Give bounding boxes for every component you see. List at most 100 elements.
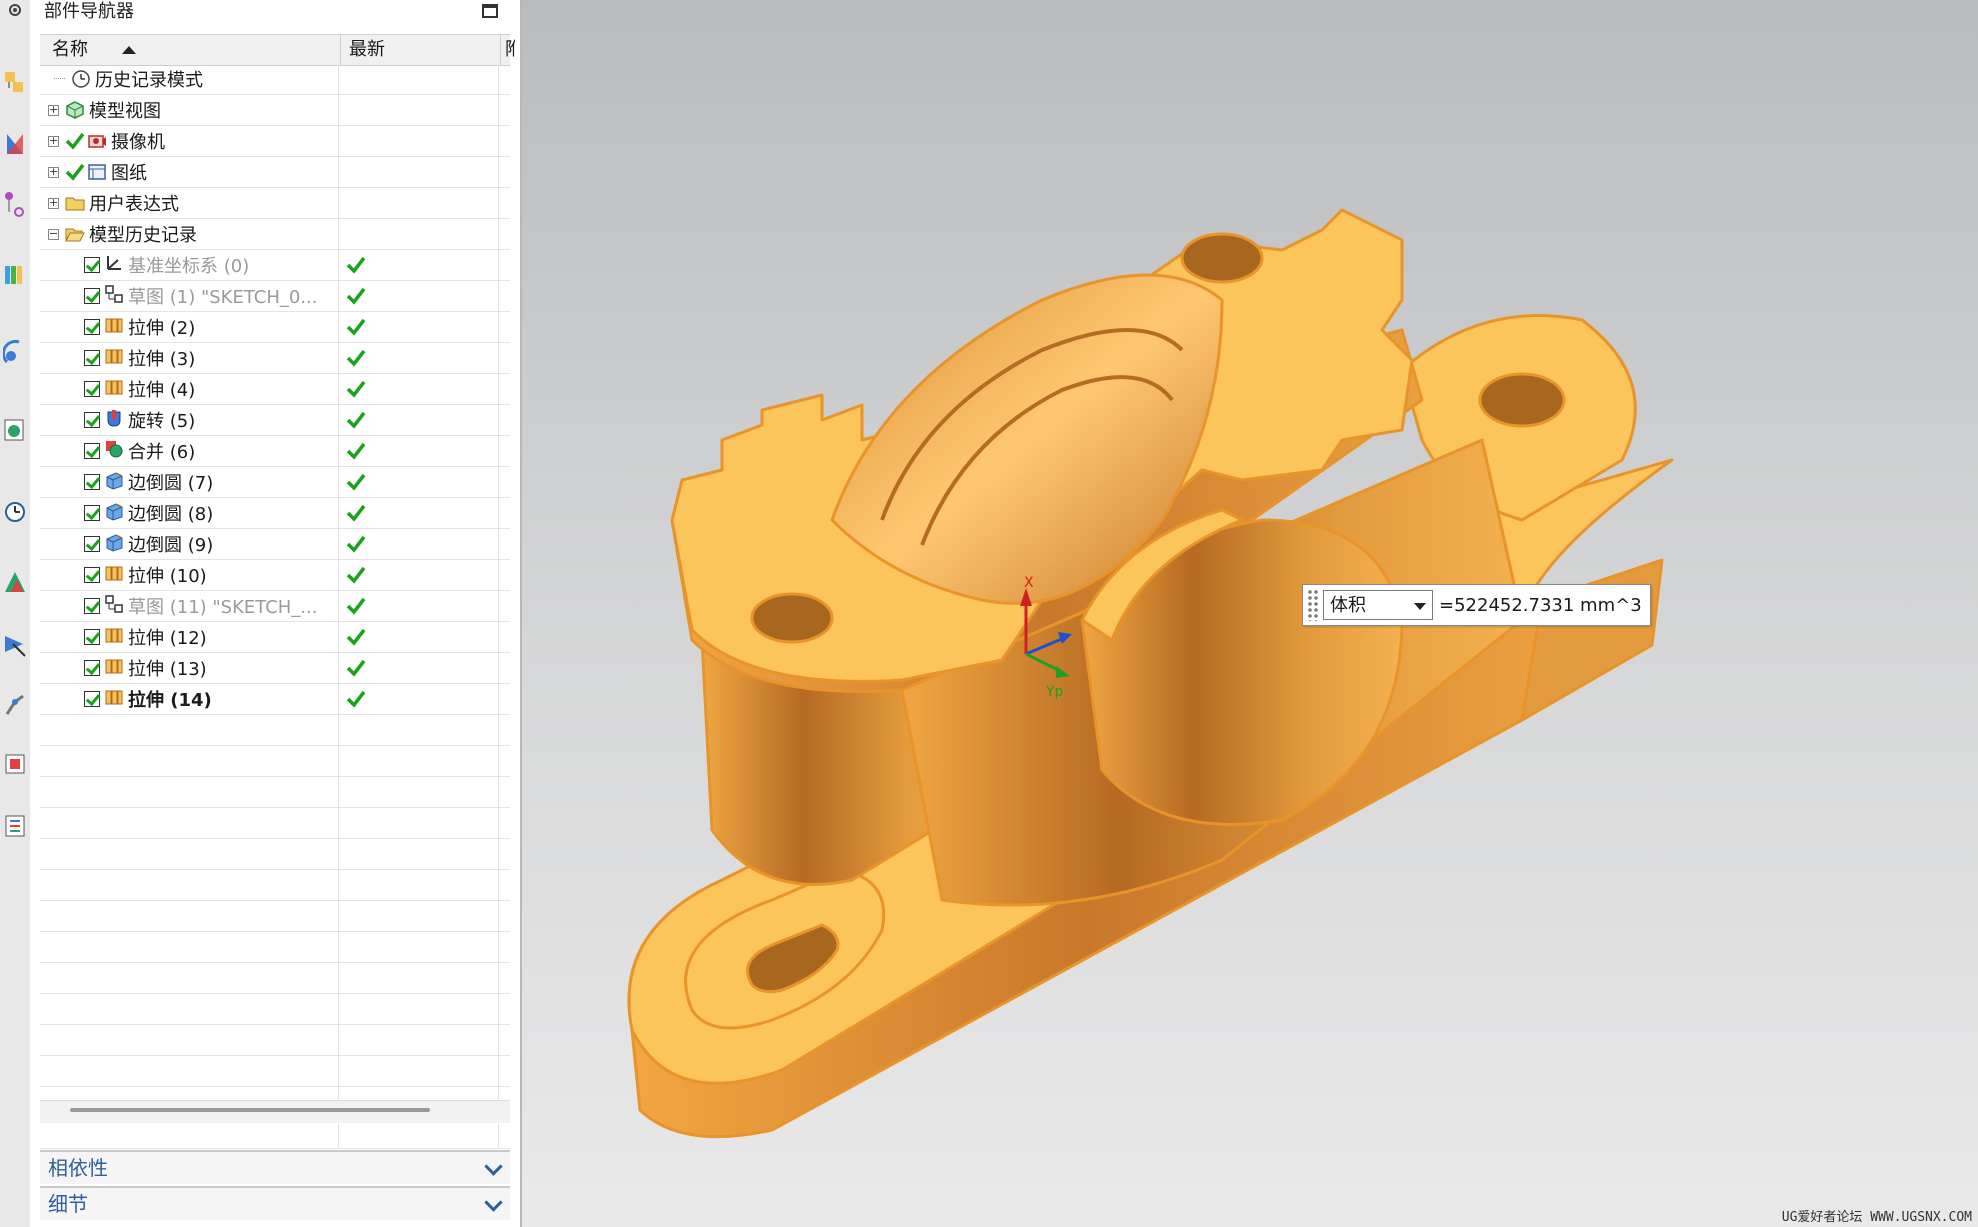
feature-row[interactable]: 拉伸 (12) xyxy=(40,622,510,653)
feature-checkbox[interactable] xyxy=(84,412,100,428)
web-browser-icon[interactable] xyxy=(2,414,28,446)
up-to-date-check-icon xyxy=(346,256,366,274)
feature-checkbox[interactable] xyxy=(84,257,100,273)
feature-checkbox[interactable] xyxy=(84,660,100,676)
tree-node-label: 历史记录模式 xyxy=(95,70,203,91)
expand-icon[interactable]: + xyxy=(48,166,59,178)
feature-label: 草图 (11) "SKETCH_... xyxy=(128,597,318,618)
feature-label: 拉伸 (13) xyxy=(128,659,207,680)
column-name[interactable]: 名称 xyxy=(52,35,332,65)
tree-node-label: 图纸 xyxy=(111,163,147,184)
expand-icon[interactable]: + xyxy=(48,197,59,209)
measure-type-dropdown[interactable]: 体积 xyxy=(1323,590,1433,620)
green-check-icon xyxy=(65,163,85,181)
feature-checkbox[interactable] xyxy=(84,629,100,645)
extrude-icon xyxy=(104,625,128,650)
system-materials-icon[interactable] xyxy=(2,748,28,780)
horizontal-scrollbar-thumb[interactable] xyxy=(70,1108,430,1112)
part-model-3d[interactable] xyxy=(522,0,1978,1227)
feature-checkbox[interactable] xyxy=(84,691,100,707)
navigator-title: 部件导航器 xyxy=(44,1,134,22)
feature-row[interactable]: 基准坐标系 (0) xyxy=(40,250,510,281)
feature-row[interactable]: 拉伸 (3) xyxy=(40,343,510,374)
feature-row[interactable]: 边倒圆 (8) xyxy=(40,498,510,529)
feature-checkbox[interactable] xyxy=(84,474,100,490)
wcs-triad[interactable] xyxy=(1006,574,1076,704)
details-label: 细节 xyxy=(48,1192,88,1216)
empty-row xyxy=(40,870,510,901)
clock-icon xyxy=(72,70,90,88)
feature-row[interactable]: 草图 (1) "SKETCH_0... xyxy=(40,281,510,312)
tree-node-drawings[interactable]: + 图纸 xyxy=(40,157,510,188)
tree-node-model-views[interactable]: + 模型视图 xyxy=(40,95,510,126)
empty-row xyxy=(40,994,510,1025)
edge-blend-icon xyxy=(104,532,128,557)
feature-checkbox[interactable] xyxy=(84,505,100,521)
feature-checkbox[interactable] xyxy=(84,381,100,397)
feature-checkbox[interactable] xyxy=(84,567,100,583)
unite-icon xyxy=(104,439,128,464)
tree-node-user-expressions[interactable]: + 用户表达式 xyxy=(40,188,510,219)
chevron-down-icon[interactable] xyxy=(484,1193,503,1212)
feature-row[interactable]: 拉伸 (14) xyxy=(40,684,510,715)
assembly-navigator-icon[interactable] xyxy=(2,66,28,98)
feature-checkbox[interactable] xyxy=(84,536,100,552)
dependencies-panel[interactable]: 相依性 xyxy=(40,1150,510,1184)
process-studio-icon[interactable] xyxy=(2,566,28,598)
feature-label: 边倒圆 (7) xyxy=(128,473,214,494)
feature-checkbox[interactable] xyxy=(84,443,100,459)
tree-node-cameras[interactable]: + 摄像机 xyxy=(40,126,510,157)
camera-icon xyxy=(88,135,106,148)
edge-blend-icon xyxy=(104,501,128,526)
column-header: 名称 最新 附 xyxy=(40,34,515,66)
tree-node-model-history[interactable]: − 模型历史记录 xyxy=(40,219,510,250)
extrude-icon xyxy=(104,563,128,588)
revolve-icon xyxy=(104,408,128,433)
feature-row[interactable]: 拉伸 (10) xyxy=(40,560,510,591)
feature-checkbox[interactable] xyxy=(84,598,100,614)
feature-row[interactable]: 旋转 (5) xyxy=(40,405,510,436)
column-dependency[interactable]: 附 xyxy=(500,35,515,65)
empty-row xyxy=(40,1056,510,1087)
tree-node-history-mode[interactable]: 历史记录模式 xyxy=(40,64,510,95)
feature-row[interactable]: 草图 (11) "SKETCH_... xyxy=(40,591,510,622)
gear-icon[interactable] xyxy=(2,0,28,26)
collapse-icon[interactable]: − xyxy=(48,228,59,240)
feature-label: 拉伸 (12) xyxy=(128,628,207,649)
up-to-date-check-icon xyxy=(346,628,366,646)
feature-label: 拉伸 (3) xyxy=(128,349,196,370)
details-panel[interactable]: 细节 xyxy=(40,1186,510,1220)
feature-row[interactable]: 边倒圆 (7) xyxy=(40,467,510,498)
hd3d-tools-icon[interactable] xyxy=(2,336,28,368)
empty-rows xyxy=(40,715,510,1149)
manufacturing-wizard-icon[interactable] xyxy=(2,628,28,660)
feature-row[interactable]: 拉伸 (4) xyxy=(40,374,510,405)
feature-row[interactable]: 拉伸 (13) xyxy=(40,653,510,684)
empty-row xyxy=(40,932,510,963)
robot-icon[interactable] xyxy=(2,688,28,720)
reuse-library-icon[interactable] xyxy=(2,258,28,290)
roles-icon[interactable] xyxy=(2,810,28,842)
sort-ascending-icon[interactable] xyxy=(122,46,136,54)
feature-row[interactable]: 拉伸 (2) xyxy=(40,312,510,343)
feature-row[interactable]: 合并 (6) xyxy=(40,436,510,467)
feature-checkbox[interactable] xyxy=(84,288,100,304)
chevron-down-icon[interactable] xyxy=(1414,603,1426,610)
drag-grip-icon[interactable] xyxy=(1307,589,1319,621)
expand-icon[interactable]: + xyxy=(48,135,59,147)
feature-row[interactable]: 边倒圆 (9) xyxy=(40,529,510,560)
navigator-tree: 历史记录模式 + 模型视图 + 摄像机 + 图纸 + 用户表达式 − 模型历史记… xyxy=(40,64,510,1149)
part-navigator-icon[interactable] xyxy=(2,188,28,220)
feature-checkbox[interactable] xyxy=(84,319,100,335)
feature-label: 拉伸 (2) xyxy=(128,318,196,339)
history-icon[interactable] xyxy=(2,496,28,528)
maximize-icon[interactable] xyxy=(482,4,498,18)
column-latest[interactable]: 最新 xyxy=(340,35,499,65)
feature-label: 合并 (6) xyxy=(128,442,196,463)
drawing-sheet-icon xyxy=(88,164,106,180)
expand-icon[interactable]: + xyxy=(48,104,59,116)
constraint-navigator-icon[interactable] xyxy=(2,128,28,160)
feature-checkbox[interactable] xyxy=(84,350,100,366)
graphics-window[interactable]: X Yp 体积 =522452.7331 mm^3 UG爱好者论坛 WWW.UG… xyxy=(522,0,1978,1227)
chevron-down-icon[interactable] xyxy=(484,1157,503,1176)
